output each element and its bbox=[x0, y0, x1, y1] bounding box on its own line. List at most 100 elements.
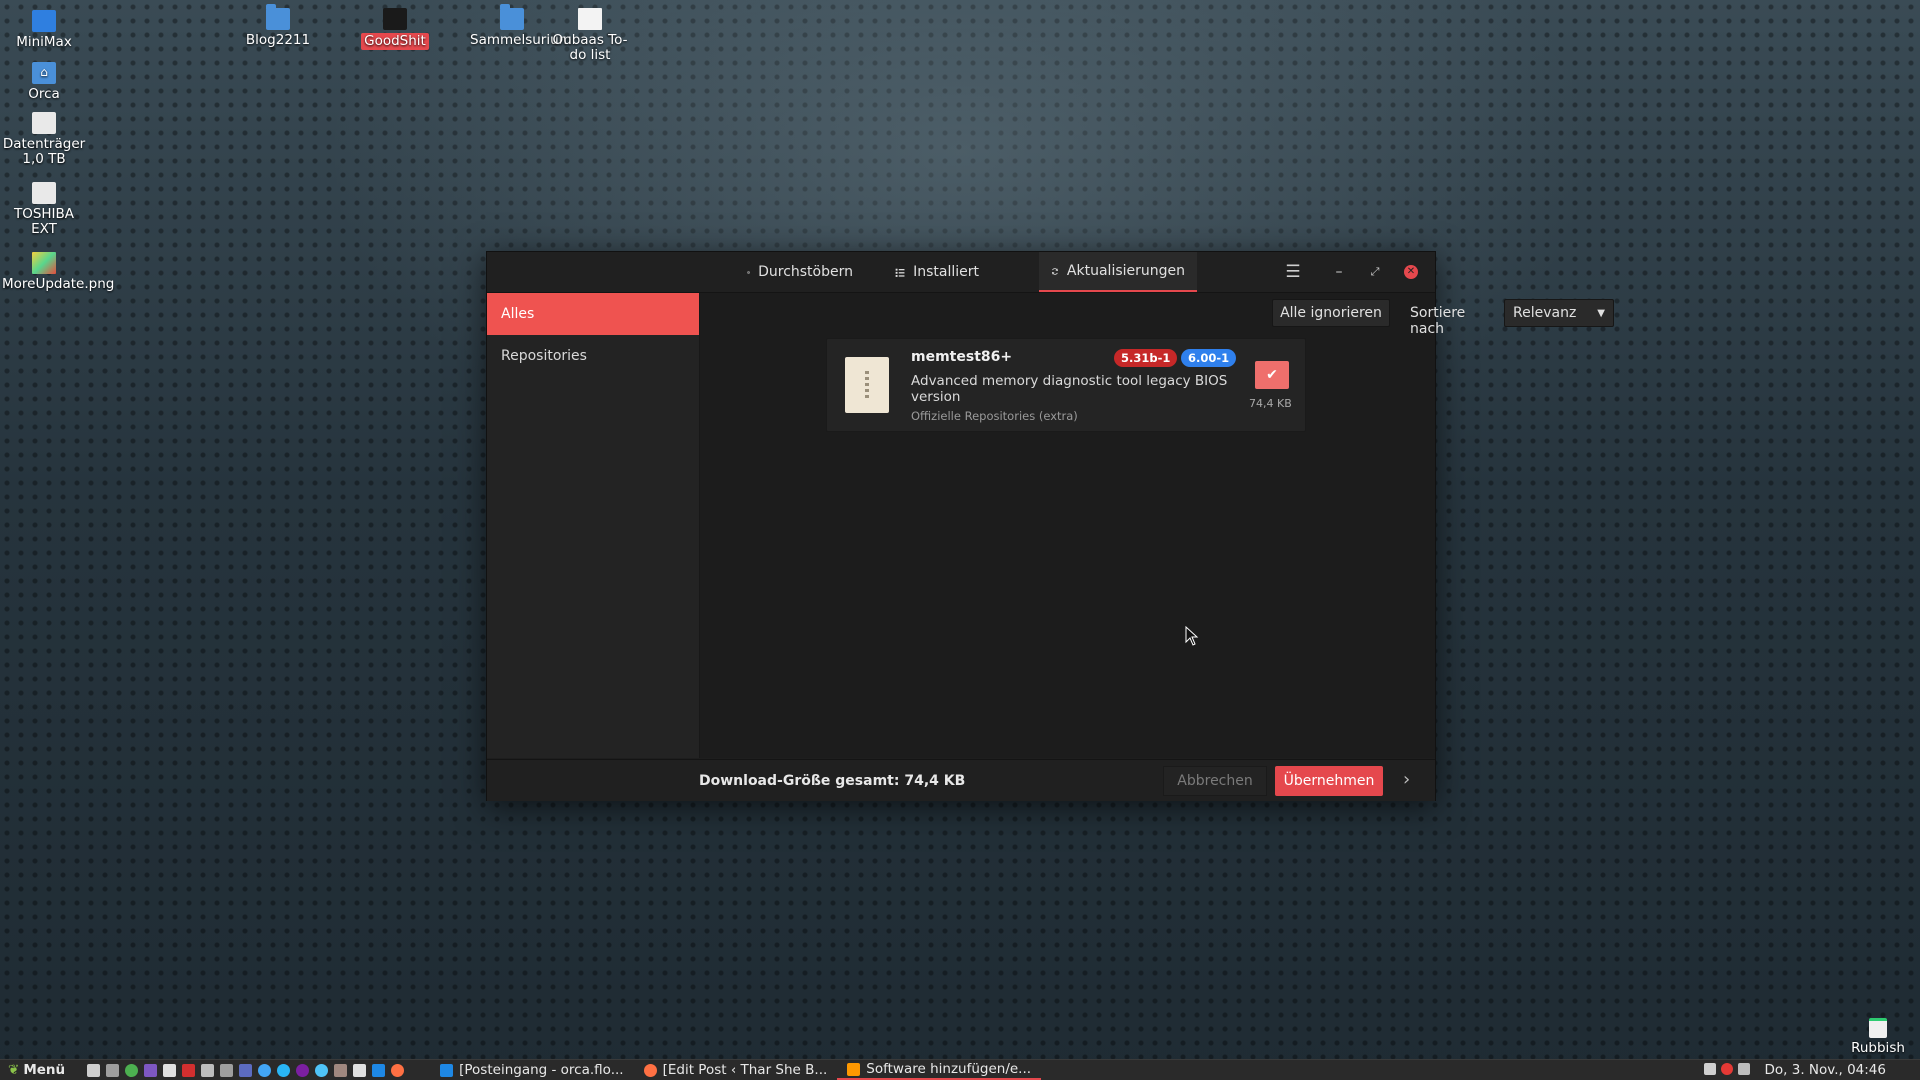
monitor-icon bbox=[32, 10, 56, 32]
desktop-icon-sammelsurium[interactable]: Sammelsurium bbox=[470, 4, 572, 48]
desktop-icon-orca[interactable]: Orca bbox=[2, 62, 86, 102]
desktop-icon-rubbish[interactable]: Rubbish bbox=[1836, 1018, 1920, 1056]
tab-label: Installiert bbox=[913, 264, 979, 280]
sort-label: Sortiere nach bbox=[1410, 305, 1466, 337]
drive-icon bbox=[32, 112, 56, 134]
title-bar: Durchstöbern Installiert Aktualisierunge… bbox=[487, 252, 1435, 293]
archive-package-icon bbox=[845, 357, 889, 413]
desktop-icon-label: Blog2211 bbox=[245, 32, 311, 48]
desktop-icon-blog2211[interactable]: Blog2211 bbox=[236, 4, 320, 48]
desktop-icon-label: Oubaas To-do list bbox=[552, 32, 628, 63]
old-version-badge: 5.31b-1 bbox=[1114, 349, 1178, 367]
desktop-icon-goodshit[interactable]: GoodShit bbox=[353, 8, 437, 50]
package-select-checkbox[interactable]: ✔ bbox=[1255, 361, 1289, 389]
firefox-icon bbox=[643, 1063, 657, 1077]
desktop-icon-label: TOSHIBA EXT bbox=[13, 206, 75, 237]
software-manager-window: Durchstöbern Installiert Aktualisierunge… bbox=[486, 251, 1614, 801]
mouse-cursor-icon bbox=[1185, 626, 1199, 646]
globe-icon bbox=[747, 270, 750, 274]
desktop-icon-label: Datenträger 1,0 TB bbox=[2, 136, 86, 167]
calendar-icon[interactable] bbox=[201, 1063, 215, 1077]
refresh-icon bbox=[1051, 267, 1058, 275]
image-file-icon bbox=[32, 252, 56, 274]
tab-label: Durchstöbern bbox=[758, 264, 853, 280]
terminal-icon[interactable] bbox=[106, 1063, 120, 1077]
sort-dropdown-value: Relevanz bbox=[1513, 305, 1577, 321]
taskbar-window-browser[interactable]: [Edit Post ‹ Thar She B... bbox=[634, 1060, 838, 1080]
maximize-icon[interactable]: ⤢ bbox=[1365, 262, 1385, 282]
list-icon bbox=[895, 268, 905, 277]
desktop-icon-toshiba[interactable]: TOSHIBA EXT bbox=[2, 182, 86, 237]
player-icon[interactable] bbox=[315, 1063, 329, 1077]
clock[interactable]: Do, 3. Nov., 04:46 bbox=[1765, 1062, 1887, 1078]
desktop-icon-oubaas[interactable]: Oubaas To-do list bbox=[549, 8, 631, 63]
sidebar-item-repositories[interactable]: Repositories bbox=[487, 335, 699, 377]
tools-icon[interactable] bbox=[144, 1063, 158, 1077]
chrome-icon[interactable] bbox=[125, 1063, 139, 1077]
start-menu-label: Menü bbox=[23, 1062, 66, 1078]
footer-bar: Download-Größe gesamt: 74,4 KB Abbrechen… bbox=[487, 759, 1435, 801]
telegram-icon[interactable] bbox=[277, 1063, 291, 1077]
chevron-down-icon: ▼ bbox=[1597, 307, 1605, 319]
taskbar-window-label: [Edit Post ‹ Thar She B... bbox=[662, 1062, 828, 1078]
mail-app-icon[interactable] bbox=[182, 1063, 196, 1077]
package-card[interactable]: memtest86+ 5.31b-1 6.00-1 Advanced memor… bbox=[826, 338, 1306, 432]
firefox-icon[interactable] bbox=[391, 1063, 405, 1077]
thunderbird-icon bbox=[440, 1063, 454, 1077]
apply-button[interactable]: Übernehmen bbox=[1275, 766, 1383, 796]
desktop-icon-label: MiniMax bbox=[16, 34, 72, 50]
tab-label: Aktualisierungen bbox=[1066, 263, 1185, 279]
hamburger-menu-icon[interactable]: ☰ bbox=[1283, 262, 1303, 282]
minimize-icon[interactable]: – bbox=[1329, 262, 1349, 282]
taskbar: ❦ Menü [Posteingang - orca.flo... [Edit … bbox=[0, 1059, 1920, 1080]
network-status-icon[interactable] bbox=[1738, 1063, 1750, 1075]
package-repository: Offizielle Repositories (extra) bbox=[911, 409, 1078, 423]
desktop-icon-datentraeger[interactable]: Datenträger 1,0 TB bbox=[2, 112, 86, 167]
trash-icon bbox=[1869, 1018, 1887, 1038]
taskbar-window-label: [Posteingang - orca.flo... bbox=[459, 1062, 624, 1078]
document-icon bbox=[578, 8, 602, 30]
network-icon[interactable] bbox=[258, 1063, 272, 1077]
tor-icon[interactable] bbox=[296, 1063, 310, 1077]
desktop-icon-label: Rubbish bbox=[1851, 1040, 1905, 1056]
dark-file-icon bbox=[383, 8, 407, 30]
close-icon[interactable]: ✕ bbox=[1404, 265, 1418, 279]
document-app-icon[interactable] bbox=[163, 1063, 177, 1077]
ignore-all-button[interactable]: Alle ignorieren bbox=[1272, 299, 1390, 327]
volume-icon[interactable] bbox=[1704, 1063, 1716, 1075]
notes-icon[interactable] bbox=[353, 1063, 367, 1077]
software-manager-icon bbox=[847, 1062, 861, 1076]
tab-browse[interactable]: Durchstöbern bbox=[735, 252, 865, 292]
monitor-app-icon[interactable] bbox=[239, 1063, 253, 1077]
desktop-icon-label: Orca bbox=[28, 86, 60, 102]
sidebar-item-label: Alles bbox=[501, 306, 535, 322]
desktop-icon-minimax[interactable]: MiniMax bbox=[2, 10, 86, 50]
sidebar: Alles Repositories bbox=[487, 293, 700, 758]
folder-icon bbox=[266, 4, 290, 30]
sidebar-item-all[interactable]: Alles bbox=[487, 293, 699, 335]
drive-icon bbox=[32, 182, 56, 204]
files-icon[interactable] bbox=[87, 1063, 101, 1077]
thunderbird-icon[interactable] bbox=[372, 1063, 386, 1077]
desktop-icon-label: GoodShit bbox=[361, 33, 429, 50]
update-shield-icon[interactable] bbox=[1721, 1063, 1733, 1075]
mint-logo-icon: ❦ bbox=[8, 1062, 20, 1078]
new-version-badge: 6.00-1 bbox=[1181, 349, 1237, 367]
start-menu-button[interactable]: ❦ Menü bbox=[0, 1062, 73, 1078]
desktop-icon-label: MoreUpdate.png bbox=[2, 276, 115, 292]
taskbar-window-mail[interactable]: [Posteingang - orca.flo... bbox=[430, 1060, 633, 1080]
game-icon[interactable] bbox=[220, 1063, 234, 1077]
tab-updates[interactable]: Aktualisierungen bbox=[1039, 252, 1197, 292]
folder-icon bbox=[500, 4, 524, 30]
sort-dropdown[interactable]: Relevanz ▼ bbox=[1504, 299, 1614, 327]
system-tray bbox=[1704, 1063, 1750, 1075]
cancel-button[interactable]: Abbrechen bbox=[1163, 766, 1267, 796]
package-name: memtest86+ bbox=[911, 349, 1013, 365]
package-description: Advanced memory diagnostic tool legacy B… bbox=[911, 373, 1228, 405]
total-download-size: Download-Größe gesamt: 74,4 KB bbox=[699, 773, 966, 789]
desktop-icon-moreupdate[interactable]: MoreUpdate.png bbox=[2, 252, 114, 292]
taskbar-window-software[interactable]: Software hinzufügen/e... bbox=[837, 1060, 1042, 1080]
chevron-right-icon[interactable]: › bbox=[1403, 769, 1410, 790]
bug-icon[interactable] bbox=[334, 1063, 348, 1077]
tab-installed[interactable]: Installiert bbox=[883, 252, 991, 292]
